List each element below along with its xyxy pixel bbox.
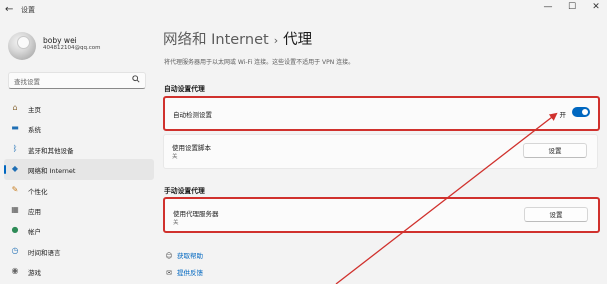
wifi-icon: ◆ — [11, 164, 19, 174]
user-name: boby wei — [43, 36, 77, 45]
feedback-label: 提供反馈 — [177, 269, 203, 277]
breadcrumb: 网络和 Internet › 代理 — [163, 28, 312, 49]
sidebar-item[interactable]: ▬ 系统 — [4, 118, 154, 138]
sidebar-item-label: 网络和 Internet — [28, 167, 76, 176]
minimize-button[interactable]: — — [540, 2, 556, 12]
bluetooth-icon: ᛒ — [12, 143, 18, 153]
feedback-link[interactable]: ✉ 提供反馈 — [164, 267, 203, 277]
window-title: 设置 — [21, 6, 35, 14]
chevron-right-icon: › — [273, 34, 279, 47]
search-icon[interactable] — [132, 75, 140, 85]
sidebar-item[interactable]: ◷ 时间和语言 — [4, 241, 154, 261]
setup-script-label: 使用设置脚本 — [172, 144, 211, 152]
sidebar-item[interactable]: ⌂ 主页 — [4, 98, 154, 118]
sidebar-nav: ⌂ 主页 ▬ 系统 ᛒ 蓝牙和其他设备 ◆ 网络和 Internet ✎ 个性化 ▦ 应用 ● 帐户 ◷ 时间… — [4, 98, 154, 282]
sidebar-item-label: 主页 — [28, 106, 41, 114]
gamepad-icon: ◉ — [11, 266, 19, 276]
globe-clock-icon: ◷ — [11, 245, 19, 255]
sidebar-item-label: 游戏 — [28, 269, 41, 278]
section-title-auto-proxy: 自动设置代理 — [164, 85, 205, 93]
search-box[interactable]: 查找设置 — [8, 72, 146, 89]
brush-icon: ✎ — [11, 184, 19, 194]
page-title: 代理 — [283, 32, 313, 48]
sidebar-item-label: 蓝牙和其他设备 — [28, 146, 74, 155]
avatar[interactable] — [8, 32, 36, 60]
section-title-manual-proxy: 手动设置代理 — [164, 187, 205, 195]
avatar-head-icon — [17, 36, 30, 49]
home-icon: ⌂ — [12, 103, 18, 112]
toggle-knob — [582, 109, 588, 115]
toggle-state-label: 开 — [559, 111, 567, 119]
feedback-icon: ✉ — [166, 269, 172, 277]
proxy-server-card: 使用代理服务器 关 设置 — [163, 197, 600, 233]
title-bar: ← 设置 — ☐ ✕ — [0, 0, 607, 20]
user-email: 404812104@qq.com — [43, 45, 101, 51]
auto-detect-label: 自动检测设置 — [173, 111, 212, 119]
sidebar-item[interactable]: ▦ 应用 — [4, 200, 154, 220]
sidebar-item-label: 系统 — [28, 126, 41, 135]
back-arrow-icon[interactable]: ← — [5, 4, 13, 15]
sidebar-item-label: 应用 — [28, 207, 41, 216]
setup-script-card: 使用设置脚本 关 设置 — [163, 134, 598, 169]
breadcrumb-parent[interactable]: 网络和 Internet — [163, 32, 269, 48]
close-button[interactable]: ✕ — [588, 2, 604, 12]
sidebar-item-label: 时间和语言 — [28, 248, 61, 257]
sidebar-item[interactable]: ◆ 网络和 Internet — [4, 159, 154, 180]
setup-script-status: 关 — [172, 154, 178, 160]
sidebar-item[interactable]: ᛒ 蓝牙和其他设备 — [4, 139, 154, 159]
page-description: 将代理服务器用于以太网或 Wi-Fi 连接。这些设置不适用于 VPN 连接。 — [164, 59, 355, 66]
auto-detect-settings-card[interactable]: 自动检测设置 开 — [163, 96, 600, 131]
search-input[interactable]: 查找设置 — [14, 76, 40, 86]
sidebar-item-label: 个性化 — [28, 187, 48, 196]
sidebar-item-label: 帐户 — [28, 228, 41, 237]
account-icon: ● — [11, 225, 19, 235]
sidebar-item[interactable]: ◉ 游戏 — [4, 261, 154, 281]
proxy-server-status: 关 — [173, 220, 179, 226]
monitor-icon: ▬ — [11, 123, 19, 133]
apps-icon: ▦ — [11, 204, 19, 214]
user-profile[interactable]: boby wei 404812104@qq.com — [8, 32, 148, 68]
setup-script-settings-button[interactable]: 设置 — [523, 143, 587, 158]
get-help-link[interactable]: ☺ 获取帮助 — [164, 250, 203, 260]
sidebar-item[interactable]: ● 帐户 — [4, 220, 154, 240]
auto-detect-toggle[interactable] — [572, 107, 590, 117]
proxy-server-label: 使用代理服务器 — [173, 210, 219, 218]
proxy-server-settings-button[interactable]: 设置 — [524, 207, 588, 222]
help-icon: ☺ — [165, 252, 173, 260]
get-help-label: 获取帮助 — [177, 252, 203, 260]
maximize-button[interactable]: ☐ — [564, 2, 580, 12]
sidebar-item[interactable]: ✎ 个性化 — [4, 180, 154, 200]
